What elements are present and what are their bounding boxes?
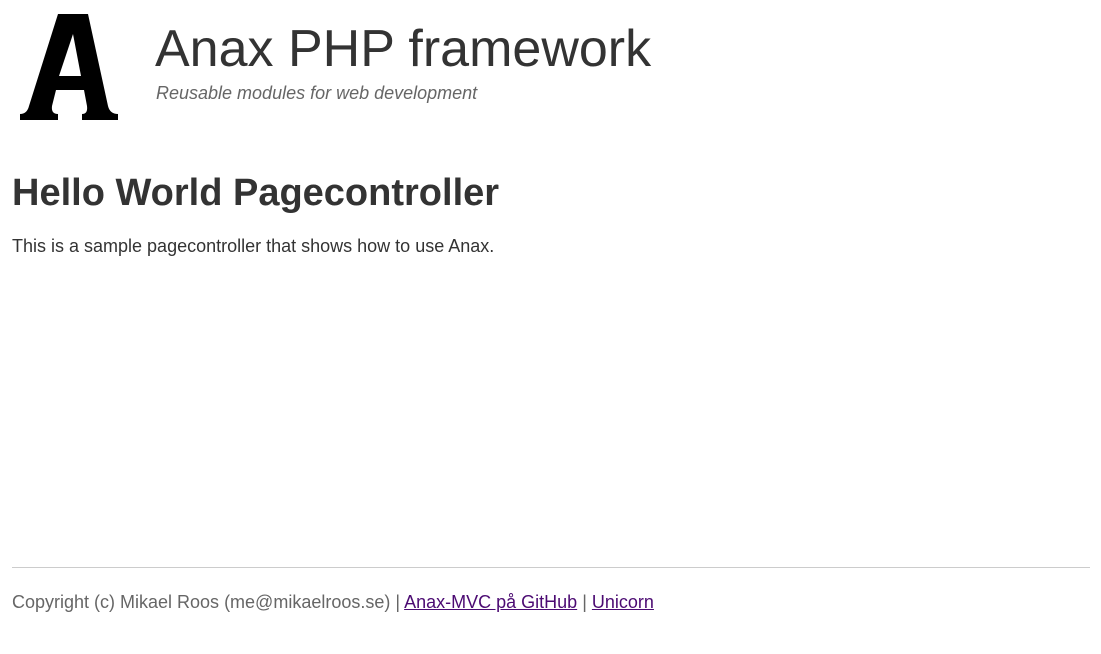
- footer-copyright: Copyright (c) Mikael Roos (me@mikaelroos…: [12, 592, 391, 612]
- site-title: Anax PHP framework: [155, 20, 652, 78]
- main-content: Hello World Pagecontroller This is a sam…: [12, 170, 1090, 258]
- page-title: Hello World Pagecontroller: [12, 172, 500, 214]
- site-footer: Copyright (c) Mikael Roos (me@mikaelroos…: [12, 590, 654, 614]
- logo-letter-a-shape: [20, 14, 118, 120]
- unicorn-link[interactable]: Unicorn: [592, 592, 654, 612]
- site-slogan: Reusable modules for web development: [156, 83, 478, 103]
- site-header: Anax PHP framework Reusable modules for …: [0, 0, 1101, 130]
- footer-separator: |: [582, 592, 587, 612]
- footer-divider: [12, 567, 1090, 568]
- page-intro-text: This is a sample pagecontroller that sho…: [12, 236, 495, 256]
- footer-separator: |: [395, 592, 401, 612]
- github-link[interactable]: Anax-MVC på GitHub: [404, 592, 577, 612]
- anax-logo-icon[interactable]: [14, 10, 122, 124]
